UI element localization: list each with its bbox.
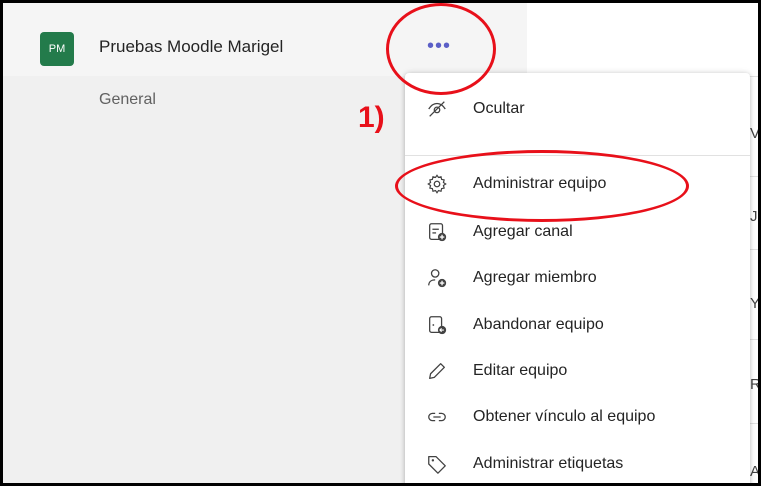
team-name[interactable]: Pruebas Moodle Marigel (99, 37, 283, 57)
menu-item-label: Editar equipo (473, 362, 568, 379)
eye-off-icon (428, 101, 446, 117)
menu-item-label: Agregar canal (473, 223, 573, 240)
menu-item-editar-equipo[interactable]: Editar equipo (405, 348, 750, 394)
annotation-ellipse-administrar (395, 150, 689, 222)
app-frame: PM Pruebas Moodle Marigel ••• General V … (3, 3, 758, 483)
annotation-circle-more-button (386, 3, 496, 95)
annotation-step-label: 1) (358, 101, 385, 134)
team-context-menu: Ocultar Administrar equipo Agregar canal (405, 73, 750, 483)
menu-item-administrar-etiquetas[interactable]: Administrar etiquetas (405, 441, 750, 483)
add-member-icon (428, 269, 447, 288)
team-avatar: PM (40, 32, 74, 66)
pencil-icon (429, 363, 445, 379)
menu-item-obtener-vinculo[interactable]: Obtener vínculo al equipo (405, 394, 750, 440)
main-text-fragment: J (750, 208, 758, 225)
menu-item-label: Abandonar equipo (473, 316, 604, 333)
menu-item-label: Administrar etiquetas (473, 455, 624, 472)
main-text-fragment: Y (750, 295, 758, 312)
menu-item-label: Obtener vínculo al equipo (473, 408, 656, 425)
leave-team-icon (429, 316, 447, 335)
menu-item-label: Agregar miembro (473, 269, 597, 286)
main-text-fragment: A (750, 463, 758, 480)
tag-icon (428, 456, 446, 474)
menu-item-abandonar-equipo[interactable]: Abandonar equipo (405, 302, 750, 348)
channel-general[interactable]: General (99, 91, 156, 109)
main-text-fragment: V (750, 125, 758, 142)
menu-item-agregar-miembro[interactable]: Agregar miembro (405, 255, 750, 301)
link-icon (428, 412, 446, 422)
menu-item-label: Ocultar (473, 100, 525, 117)
add-channel-icon (429, 223, 447, 242)
main-text-fragment: R (750, 376, 758, 393)
